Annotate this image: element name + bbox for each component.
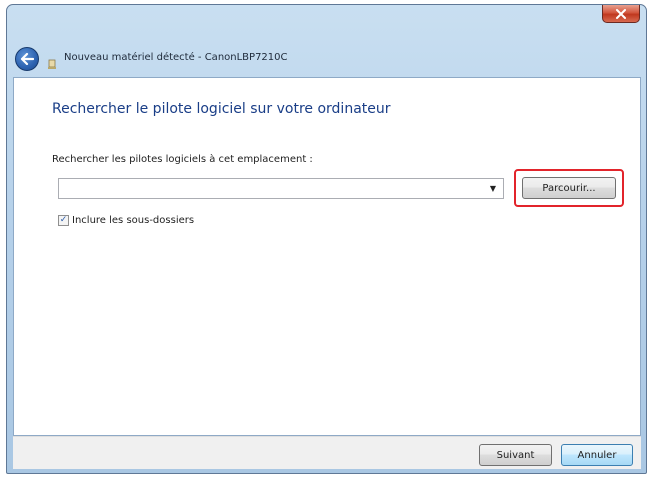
dropdown-arrow-icon[interactable]: ▼ <box>485 179 501 198</box>
close-icon <box>616 8 626 19</box>
location-label: Rechercher les pilotes logiciels à cet e… <box>52 154 313 165</box>
include-subfolders-label: Inclure les sous-dossiers <box>72 214 195 226</box>
wizard-content: Rechercher le pilote logiciel sur votre … <box>13 77 641 436</box>
hardware-icon <box>46 55 58 69</box>
back-arrow-icon <box>20 53 34 65</box>
wizard-footer: Suivant Annuler <box>13 436 641 469</box>
next-button[interactable]: Suivant <box>479 444 552 466</box>
wizard-window: Nouveau matériel détecté - CanonLBP7210C… <box>6 4 647 474</box>
location-input[interactable] <box>59 179 479 198</box>
location-combobox[interactable]: ▼ <box>58 178 504 199</box>
cancel-button[interactable]: Annuler <box>561 444 633 466</box>
back-button[interactable] <box>15 47 39 71</box>
close-button[interactable] <box>602 5 640 23</box>
browse-button[interactable]: Parcourir... <box>522 177 616 199</box>
page-heading: Rechercher le pilote logiciel sur votre … <box>52 101 391 117</box>
window-title: Nouveau matériel détecté - CanonLBP7210C <box>64 52 288 63</box>
include-subfolders-row[interactable]: ✓ Inclure les sous-dossiers <box>58 213 194 227</box>
include-subfolders-checkbox[interactable]: ✓ <box>58 214 69 226</box>
